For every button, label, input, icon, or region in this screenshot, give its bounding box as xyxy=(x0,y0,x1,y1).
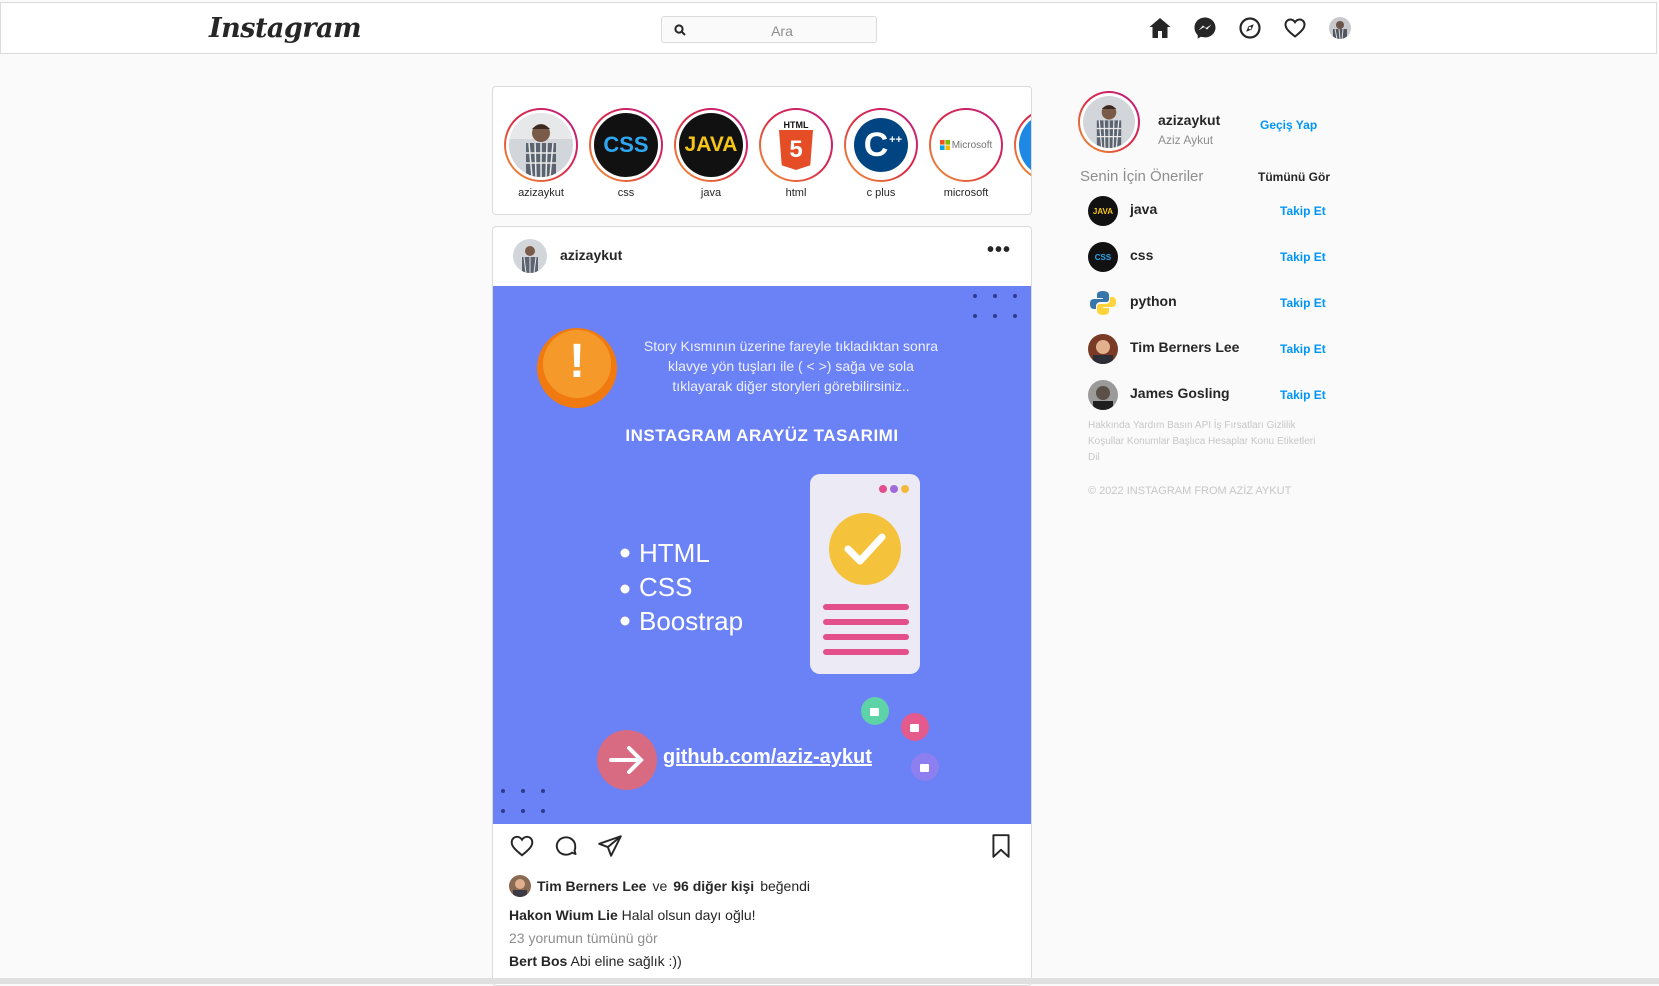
story-label: html xyxy=(785,187,807,199)
follow-button[interactable]: Takip Et xyxy=(1280,250,1326,264)
suggestion-item: python Takip Et xyxy=(1088,288,1338,322)
story-item[interactable]: azizaykut xyxy=(503,108,579,199)
comment-row: Bert Bos Abi eline sağlık :)) xyxy=(509,953,682,969)
follow-button[interactable]: Takip Et xyxy=(1280,204,1326,218)
follow-button[interactable]: Takip Et xyxy=(1280,388,1326,402)
post-image[interactable]: ! Story Kısmının üzerine fareyle tıkladı… xyxy=(493,286,1031,824)
story-item-partial[interactable] xyxy=(1013,108,1031,182)
suggestion-name[interactable]: Tim Berners Lee xyxy=(1130,339,1239,355)
cpp-logo: C ++ xyxy=(849,113,913,177)
explore-icon[interactable] xyxy=(1237,15,1263,41)
footer-links[interactable]: Hakkında Yardım Basın API İş Fırsatları … xyxy=(1088,418,1318,466)
story-label: c plus xyxy=(866,187,896,199)
see-all-button[interactable]: Tümünü Gör xyxy=(1258,170,1330,184)
suggestion-name[interactable]: java xyxy=(1130,201,1157,217)
css-logo: CSS xyxy=(594,113,658,177)
comment-user[interactable]: Bert Bos xyxy=(509,953,567,969)
java-logo: JAVA xyxy=(679,113,743,177)
alert-icon: ! xyxy=(569,335,585,388)
instagram-logo[interactable]: Instagram xyxy=(209,13,362,44)
follow-button[interactable]: Takip Et xyxy=(1280,342,1326,356)
search-box[interactable] xyxy=(661,16,877,43)
comment-icon[interactable] xyxy=(553,833,579,864)
messenger-icon[interactable] xyxy=(1192,15,1218,41)
story-item[interactable]: C ++ c plus xyxy=(843,108,919,199)
suggestion-avatar[interactable] xyxy=(1088,334,1118,364)
post-bullet-list: HTML CSS Boostrap xyxy=(639,536,743,638)
comment-row: Hakon Wium Lie Halal olsun dayı oğlu! xyxy=(509,907,756,923)
follow-button[interactable]: Takip Et xyxy=(1280,296,1326,310)
stories-bar[interactable]: azizaykut CSS css JAVA java HTML 5 html … xyxy=(492,86,1032,215)
likes-line: Tim Berners Lee ve 96 diğer kişi beğendi xyxy=(509,875,810,897)
share-icon[interactable] xyxy=(597,833,623,864)
view-all-comments-link[interactable]: 23 yorumun tümünü gör xyxy=(509,930,658,946)
suggestions-title: Senin İçin Öneriler xyxy=(1080,168,1204,185)
more-options-icon[interactable]: ••• xyxy=(987,239,1011,262)
story-avatar-photo xyxy=(509,113,573,177)
bullet-item: Boostrap xyxy=(639,606,744,636)
copyright-text: © 2022 INSTAGRAM FROM AZİZ AYKUT xyxy=(1088,485,1292,497)
story-label: microsoft xyxy=(943,187,989,199)
post-author-avatar[interactable] xyxy=(513,239,547,273)
suggestion-avatar[interactable]: CSS xyxy=(1088,242,1118,272)
suggestion-name[interactable]: python xyxy=(1130,293,1177,309)
story-item[interactable]: Microsoft microsoft xyxy=(928,108,1004,199)
bullet-item: HTML xyxy=(639,538,710,568)
story-label: java xyxy=(700,187,722,199)
comment-user[interactable]: Hakon Wium Lie xyxy=(509,907,618,923)
microsoft-logo: Microsoft xyxy=(934,113,998,177)
search-icon xyxy=(674,23,686,41)
story-label: azizaykut xyxy=(518,187,564,199)
story-item[interactable]: JAVA java xyxy=(673,108,749,199)
liker-name[interactable]: Tim Berners Lee xyxy=(537,878,646,894)
story-label: css xyxy=(617,187,635,199)
suggestion-name[interactable]: James Gosling xyxy=(1130,385,1230,401)
post-header: azizaykut ••• xyxy=(493,227,1031,287)
post-author-username[interactable]: azizaykut xyxy=(560,247,622,263)
suggestion-item: CSS css Takip Et xyxy=(1088,242,1338,276)
sidebar-username[interactable]: azizaykut xyxy=(1158,112,1220,128)
liker-avatar[interactable] xyxy=(509,875,531,897)
top-nav: Instagram xyxy=(0,2,1657,54)
github-link[interactable]: github.com/aziz-aykut xyxy=(663,746,872,769)
search-input[interactable] xyxy=(690,19,874,42)
comment-text: Halal olsun dayı oğlu! xyxy=(621,907,756,923)
post-info-text: Story Kısmının üzerine fareyle tıkladıkt… xyxy=(643,338,939,394)
heart-icon[interactable] xyxy=(1282,15,1308,41)
bookmark-icon[interactable] xyxy=(989,833,1013,864)
python-icon[interactable] xyxy=(1088,288,1118,318)
story-item[interactable]: CSS css xyxy=(588,108,664,199)
post-heading: INSTAGRAM ARAYÜZ TASARIMI xyxy=(625,426,899,445)
comment-text: Abi eline sağlık :)) xyxy=(570,953,682,969)
bullet-item: CSS xyxy=(639,572,693,602)
suggestion-item: James Gosling Takip Et xyxy=(1088,380,1338,414)
switch-account-button[interactable]: Geçiş Yap xyxy=(1260,118,1317,132)
suggestion-avatar[interactable]: JAVA xyxy=(1088,196,1118,226)
suggestion-avatar[interactable] xyxy=(1088,380,1118,410)
profile-avatar[interactable] xyxy=(1327,15,1353,41)
like-icon[interactable] xyxy=(509,833,535,864)
home-icon[interactable] xyxy=(1147,15,1173,41)
sidebar-fullname: Aziz Aykut xyxy=(1158,133,1214,147)
html5-logo: HTML 5 xyxy=(764,113,828,177)
suggestion-item: JAVA java Takip Et xyxy=(1088,196,1338,230)
sidebar-profile-avatar[interactable] xyxy=(1078,91,1140,153)
feed-post: azizaykut ••• ! Story Kısmının üzerine f… xyxy=(492,226,1032,986)
suggestion-name[interactable]: css xyxy=(1130,247,1153,263)
horizontal-scrollbar[interactable] xyxy=(0,978,1659,984)
suggestion-item: Tim Berners Lee Takip Et xyxy=(1088,334,1338,368)
liker-others[interactable]: 96 diğer kişi xyxy=(673,878,754,894)
story-item[interactable]: HTML 5 html xyxy=(758,108,834,199)
post-actions xyxy=(493,833,1031,873)
